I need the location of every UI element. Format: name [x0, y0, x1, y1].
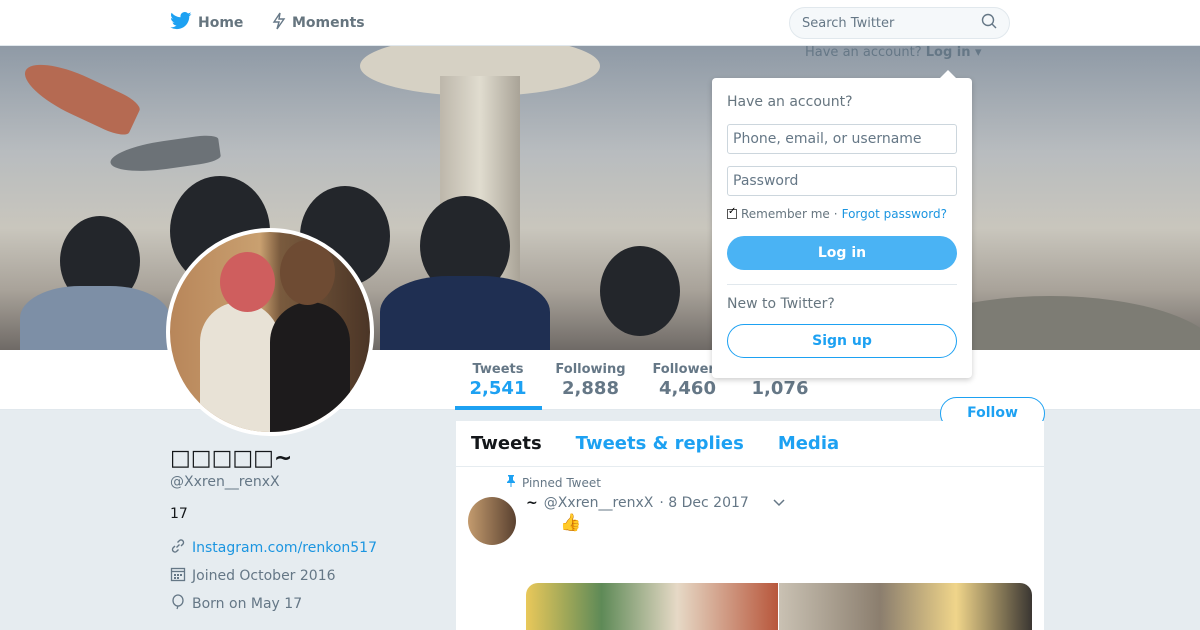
search-input[interactable]: Search Twitter: [789, 7, 1010, 39]
nav-home-label: Home: [198, 15, 244, 31]
stat-label: Following: [555, 362, 626, 377]
active-tab-underline: [455, 406, 542, 410]
avatar-shape: [270, 302, 350, 432]
tweet-photo[interactable]: [779, 583, 1032, 630]
top-nav: Home Moments Search Twitter: [0, 0, 1200, 46]
balloon-icon: [170, 594, 186, 614]
profile-name[interactable]: □□□□□~: [170, 446, 292, 471]
banner-shape: [600, 246, 680, 336]
login-link[interactable]: Log in: [926, 45, 971, 60]
banner-shape: [108, 133, 222, 177]
new-to-twitter-label: New to Twitter?: [727, 296, 835, 312]
calendar-icon: [170, 566, 186, 586]
avatar-shape: [220, 252, 275, 312]
tweet-avatar[interactable]: [468, 497, 516, 545]
stat-tweets[interactable]: Tweets 2,541: [462, 362, 534, 399]
forgot-password-link[interactable]: Forgot password?: [842, 207, 947, 221]
chevron-down-icon[interactable]: [773, 495, 785, 511]
login-prompt-text: Have an account?: [805, 45, 922, 60]
profile-joined: Joined October 2016: [192, 568, 336, 584]
remember-checkbox[interactable]: [727, 206, 737, 219]
pin-icon: [506, 475, 516, 490]
stat-value: 1,076: [751, 378, 809, 399]
profile-born-row: Born on May 17: [170, 594, 302, 614]
profile-bio: 17: [170, 506, 188, 522]
avatar-shape: [200, 302, 280, 432]
lightning-icon: [272, 12, 286, 34]
profile-born: Born on May 17: [192, 596, 303, 612]
timeline-tabs: Tweets Tweets & replies Media: [456, 421, 1044, 467]
stat-label: Tweets: [472, 362, 524, 377]
stat-value: 2,888: [562, 378, 619, 399]
nav-home[interactable]: Home: [170, 12, 243, 34]
login-dropdown-title: Have an account?: [727, 94, 853, 110]
password-field[interactable]: Password: [727, 166, 957, 196]
profile-joined-row: Joined October 2016: [170, 566, 336, 586]
stat-value: 4,460: [659, 378, 716, 399]
tab-tweets-replies[interactable]: Tweets & replies: [576, 433, 744, 454]
separator-dot: ·: [833, 207, 838, 221]
tab-tweets[interactable]: Tweets: [471, 433, 542, 454]
tab-media[interactable]: Media: [778, 433, 839, 454]
search-icon[interactable]: [981, 13, 997, 33]
pinned-label: Pinned Tweet: [522, 475, 601, 490]
tweet-date[interactable]: · 8 Dec 2017: [659, 495, 748, 511]
tweet-author-handle[interactable]: @Xxren__renxX: [544, 495, 654, 511]
profile-avatar[interactable]: [166, 228, 374, 436]
link-icon: [170, 538, 186, 558]
signup-button[interactable]: Sign up: [727, 324, 957, 358]
login-prompt: Have an account? Log in ▾: [805, 45, 982, 60]
twitter-bird-icon: [170, 12, 192, 34]
tweet-photo[interactable]: [526, 583, 778, 630]
divider: [727, 284, 957, 285]
banner-shape: [17, 52, 143, 140]
avatar-shape: [280, 240, 335, 305]
pinned-indicator: Pinned Tweet: [506, 475, 601, 490]
tweet-text: 👍: [560, 513, 582, 533]
tweet-header: ~ @Xxren__renxX · 8 Dec 2017: [526, 495, 785, 511]
profile-handle[interactable]: @Xxren__renxX: [170, 474, 280, 490]
password-placeholder: Password: [733, 173, 799, 189]
banner-shape: [380, 276, 550, 350]
remember-row: Remember me · Forgot password?: [727, 206, 947, 221]
timeline: Tweets Tweets & replies Media Pinned Twe…: [456, 421, 1044, 630]
login-button[interactable]: Log in: [727, 236, 957, 270]
login-dropdown: Have an account? Phone, email, or userna…: [712, 70, 972, 378]
username-placeholder: Phone, email, or username: [733, 131, 922, 147]
username-field[interactable]: Phone, email, or username: [727, 124, 957, 154]
stat-value: 2,541: [469, 378, 527, 399]
stat-following[interactable]: Following 2,888: [553, 362, 628, 399]
login-dropdown-toggle[interactable]: Log in ▾: [926, 45, 982, 60]
profile-link-row: Instagram.com/renkon517: [170, 538, 377, 558]
remember-label[interactable]: Remember me: [741, 207, 830, 221]
profile-link[interactable]: Instagram.com/renkon517: [192, 540, 377, 556]
banner-shape: [20, 286, 170, 350]
nav-moments[interactable]: Moments: [272, 12, 365, 34]
tweet-author-name[interactable]: ~: [526, 495, 538, 511]
search-placeholder: Search Twitter: [802, 15, 895, 31]
nav-moments-label: Moments: [292, 15, 365, 31]
